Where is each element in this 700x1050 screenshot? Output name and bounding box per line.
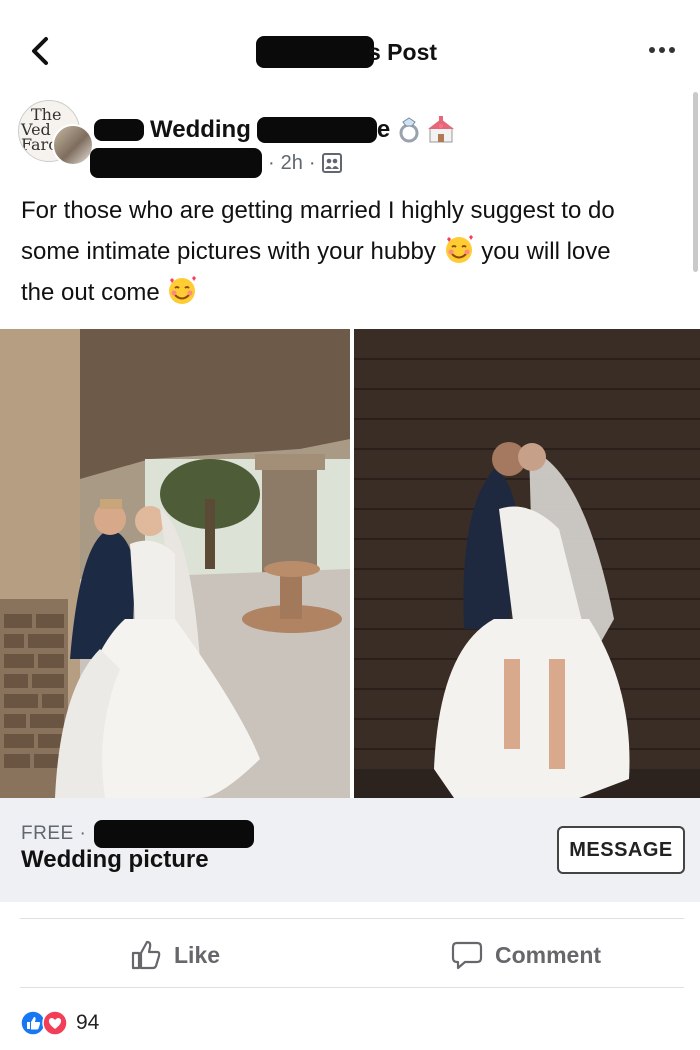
redacted-name [94,119,144,141]
post-text-line: For those who are getting married I high… [21,190,681,231]
text-segment: For those who are getting married I high… [21,197,615,224]
post-text-line: the out come [21,272,681,313]
price-row: FREE · [21,820,255,848]
redacted-name [256,36,374,68]
text-segment: the out come [21,279,160,306]
photo-couple-kissing-courtyard[interactable] [0,329,350,798]
comment-icon [451,941,483,970]
post-text: For those who are getting married I high… [21,190,681,313]
page-name[interactable]: Wedding e [94,114,456,146]
message-button[interactable]: MESSAGE [557,826,685,874]
audience-icon[interactable] [321,153,342,173]
page-name-text: Wedding [150,116,251,143]
redacted-location [94,820,255,848]
comment-label: Comment [495,941,602,968]
smiling-hearts-emoji-icon [169,276,197,304]
text-segment: you will love [481,238,611,265]
separator: · [268,151,275,174]
page-name-tail: e [376,116,391,143]
redacted-text [90,148,262,178]
avatar[interactable]: The Ved Farc [18,100,94,166]
smiling-hearts-emoji-icon [445,235,473,263]
post-time[interactable]: 2h [281,152,303,175]
redacted-name [256,117,377,143]
page-title: s Post [256,34,437,70]
marketplace-listing[interactable]: FREE · Wedding picture MESSAGE [0,798,700,902]
separator: · [308,151,316,174]
photo-couple-embracing-brick-wall[interactable] [354,329,700,798]
top-bar: s Post [0,0,700,100]
post-meta: · 2h · [90,148,342,178]
profile-photo [52,124,94,166]
thumbs-up-icon [131,940,161,970]
ring-emoji-icon [399,117,419,143]
more-dots-icon[interactable] [646,38,678,62]
like-label: Like [174,941,221,968]
text-segment: some intimate pictures with your hubby [21,238,436,265]
divider [20,987,684,988]
reaction-summary[interactable]: 94 [20,1008,99,1038]
post-text-line: some intimate pictures with your hubby y… [21,231,681,272]
listing-price: FREE · [21,823,87,844]
comment-button[interactable]: Comment [451,932,601,978]
love-reaction-icon [42,1010,68,1036]
like-button[interactable]: Like [130,932,220,978]
page-title-text: s Post [368,38,438,65]
scrollbar[interactable] [693,92,698,272]
divider [20,918,684,919]
wedding-chapel-emoji-icon [428,116,455,143]
back-arrow-icon[interactable] [24,34,58,68]
post-header: The Ved Farc Wedding e · 2h · [18,98,678,188]
reaction-count: 94 [76,1011,100,1034]
listing-title: Wedding picture [21,846,209,873]
